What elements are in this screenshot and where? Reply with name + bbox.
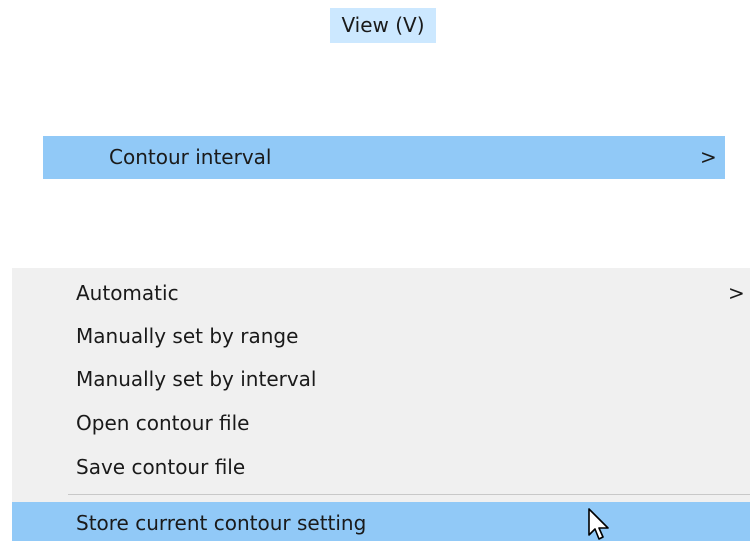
submenu-item-label: Store current contour setting xyxy=(76,511,367,535)
submenu-separator xyxy=(68,494,750,495)
menubar-view-label: View (V) xyxy=(341,13,425,37)
submenu-item-label: Automatic xyxy=(76,281,179,305)
chevron-right-icon: > xyxy=(728,281,745,305)
contour-interval-submenu: Automatic > Manually set by range Manual… xyxy=(12,268,750,541)
chevron-right-icon: > xyxy=(700,145,717,169)
submenu-item-automatic[interactable]: Automatic > xyxy=(12,272,750,315)
submenu-item-label: Save contour file xyxy=(76,455,246,479)
submenu-item-label: Open contour file xyxy=(76,411,250,435)
screenshot-stage: View (V) Contour interval > Automatic > … xyxy=(0,0,750,541)
menu-item-contour-interval[interactable]: Contour interval > xyxy=(43,136,725,179)
submenu-item-label: Manually set by interval xyxy=(76,367,317,391)
submenu-item-label: Manually set by range xyxy=(76,324,299,348)
submenu-item-store-contour-setting[interactable]: Store current contour setting xyxy=(12,502,750,541)
submenu-item-save-contour-file[interactable]: Save contour file xyxy=(12,446,750,489)
menu-item-label: Contour interval xyxy=(109,145,272,169)
submenu-item-manual-interval[interactable]: Manually set by interval xyxy=(12,358,750,401)
submenu-item-open-contour-file[interactable]: Open contour file xyxy=(12,402,750,445)
submenu-item-manual-range[interactable]: Manually set by range xyxy=(12,315,750,358)
mouse-pointer-icon xyxy=(588,508,609,540)
menubar-view-item[interactable]: View (V) xyxy=(330,8,436,43)
